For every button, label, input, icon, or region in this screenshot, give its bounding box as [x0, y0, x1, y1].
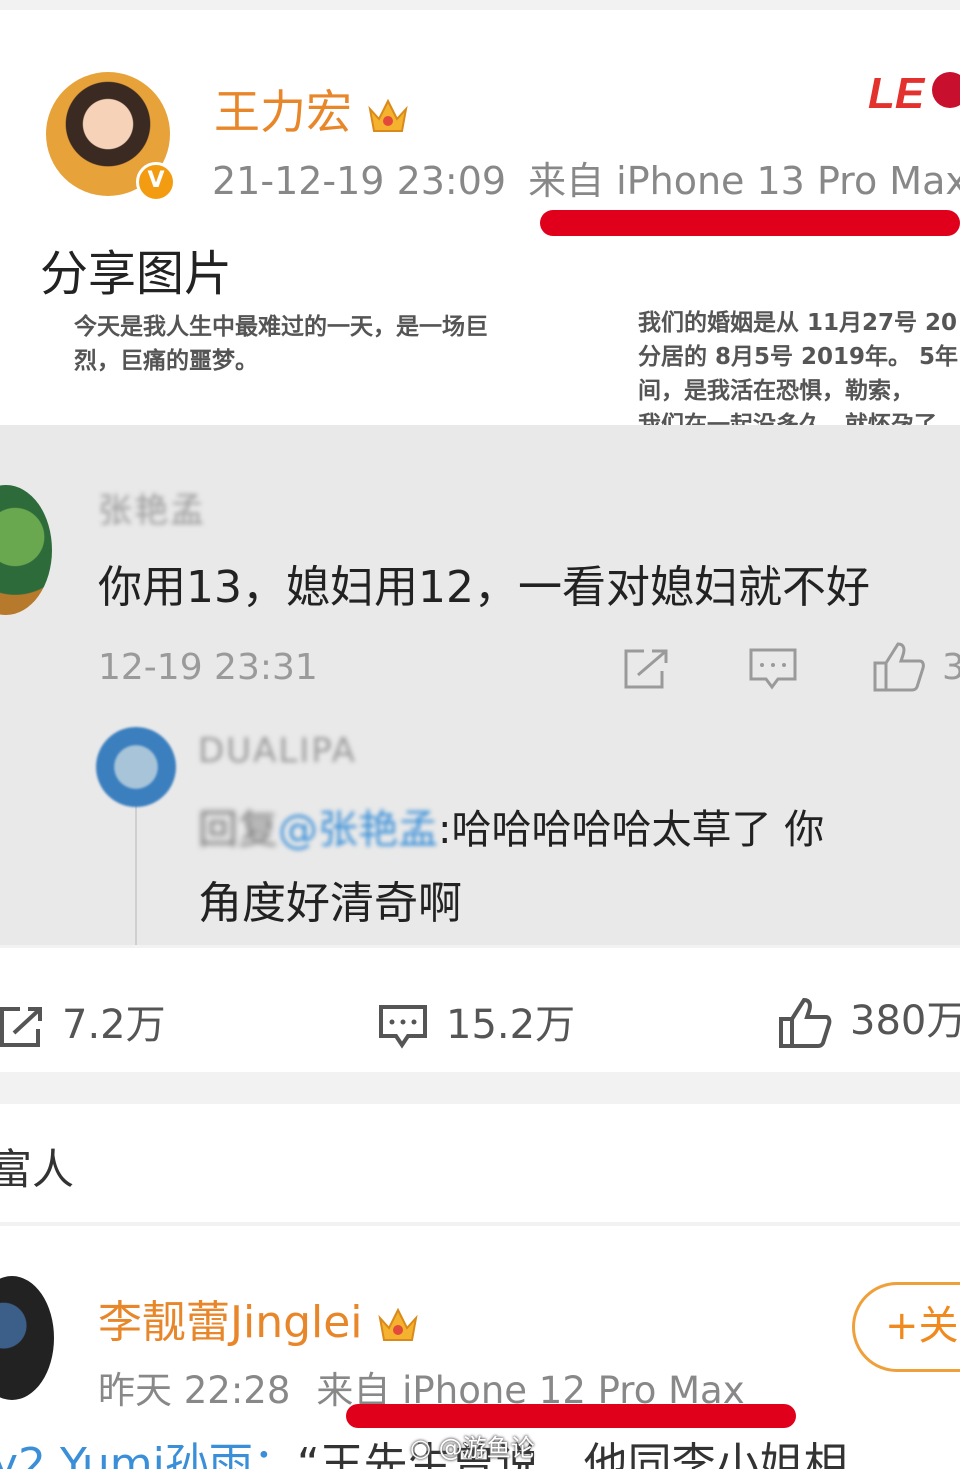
- repost-button[interactable]: 7.2万: [0, 992, 166, 1050]
- watermark-text: @游鱼论: [438, 1434, 535, 1462]
- like-button[interactable]: 380万: [778, 988, 960, 1049]
- section-bar: [0, 1104, 960, 1222]
- shared-image-left[interactable]: 今天是我人生中最难过的一天，是一场巨 烈，巨痛的噩梦。: [74, 310, 488, 378]
- sticker-logo-icon: LE: [868, 69, 960, 118]
- verified-badge-icon: V: [136, 162, 176, 202]
- post-action-bar: 7.2万 15.2万 380万: [0, 948, 960, 1072]
- comment-bubble-icon: [379, 1005, 427, 1049]
- red-underline-annotation-2: [346, 1404, 796, 1428]
- repost-count: 7.2万: [62, 1002, 166, 1048]
- comment-button[interactable]: 15.2万: [378, 992, 575, 1050]
- post-meta: 21-12-19 23:09 来自 iPhone 13 Pro Max: [212, 150, 960, 205]
- crown-icon: [368, 98, 408, 132]
- author-name[interactable]: 王力宏: [214, 76, 409, 142]
- follow-button[interactable]: +关: [852, 1282, 960, 1372]
- post-timestamp: 21-12-19 23:09: [212, 159, 507, 203]
- like-count: 3: [942, 647, 960, 688]
- watermark: ◉ @游鱼论: [410, 1428, 535, 1463]
- author2-name[interactable]: 李靓蕾Jinglei: [98, 1286, 419, 1350]
- reply-username[interactable]: DUALIPA: [198, 731, 357, 771]
- image-text-line: 间，是我活在恐惧，勒索，: [638, 378, 914, 404]
- comment-time: 12-19 23:31: [98, 647, 318, 688]
- svg-text:LE: LE: [868, 69, 926, 118]
- reply-text-line1: 回复@张艳孟:哈哈哈哈哈太草了 你: [198, 797, 824, 855]
- post2-timestamp: 昨天 22:28: [98, 1369, 291, 1412]
- comment-overlay: 张艳孟 你用13，媳妇用12，一看对媳妇就不好 12-19 23:31 3 DU…: [0, 425, 960, 945]
- reply-text-line2: 角度好清奇啊: [198, 878, 462, 929]
- post-source: 来自 iPhone 13 Pro Max: [528, 159, 960, 203]
- image-text-line: 今天是我人生中最难过的一天，是一场巨: [74, 314, 488, 340]
- reply-prefix: 回复: [198, 807, 278, 853]
- crown-icon: [377, 1307, 418, 1341]
- post2-quote-body: “王先生曾说，他同李小姐相: [296, 1439, 848, 1469]
- repost-icon: [0, 1007, 42, 1047]
- section-heading: 富人: [0, 1145, 75, 1194]
- author2-avatar[interactable]: [0, 1276, 54, 1400]
- reply-mention[interactable]: @张艳孟: [278, 807, 438, 853]
- share-icon[interactable]: [622, 647, 670, 691]
- comment-text: 你用13，媳妇用12，一看对媳妇就不好: [98, 562, 870, 613]
- image-text-line: 分居的 8月5号 2019年。 5年: [638, 344, 959, 370]
- like-total: 380万: [850, 998, 960, 1044]
- image-text-line: 我们在一起没多久，就怀孕了: [638, 412, 937, 425]
- shared-image-right[interactable]: 我们的婚姻是从 11月27号 20 分居的 8月5号 2019年。 5年 间，是…: [638, 306, 958, 425]
- commenter-name[interactable]: 张艳孟: [98, 483, 206, 532]
- reply-body: :哈哈哈哈哈太草了 你: [438, 807, 825, 853]
- author-name-text: 王力宏: [214, 85, 352, 139]
- comment-icon[interactable]: [748, 647, 798, 691]
- reply-avatar[interactable]: [96, 727, 176, 807]
- thumbs-up-icon: [779, 997, 832, 1048]
- post-card: V 王力宏 21-12-19 23:09 来自 iPhone 13 Pro Max…: [0, 10, 960, 425]
- comment-count: 15.2万: [446, 1002, 576, 1048]
- commenter-avatar[interactable]: [0, 485, 52, 615]
- post2-quote-source[interactable]: y2 Yumi孙雨：: [0, 1439, 297, 1469]
- post-text: 分享图片: [40, 246, 233, 302]
- weibo-logo-icon: ◉: [410, 1434, 431, 1462]
- red-underline-annotation: [540, 210, 960, 236]
- reply-thread-line: [135, 795, 137, 945]
- image-text-line: 我们的婚姻是从 11月27号 20: [638, 310, 958, 336]
- like-icon[interactable]: [872, 641, 926, 693]
- image-text-line: 烈，巨痛的噩梦。: [74, 348, 258, 374]
- author2-name-text: 李靓蕾Jinglei: [98, 1297, 363, 1348]
